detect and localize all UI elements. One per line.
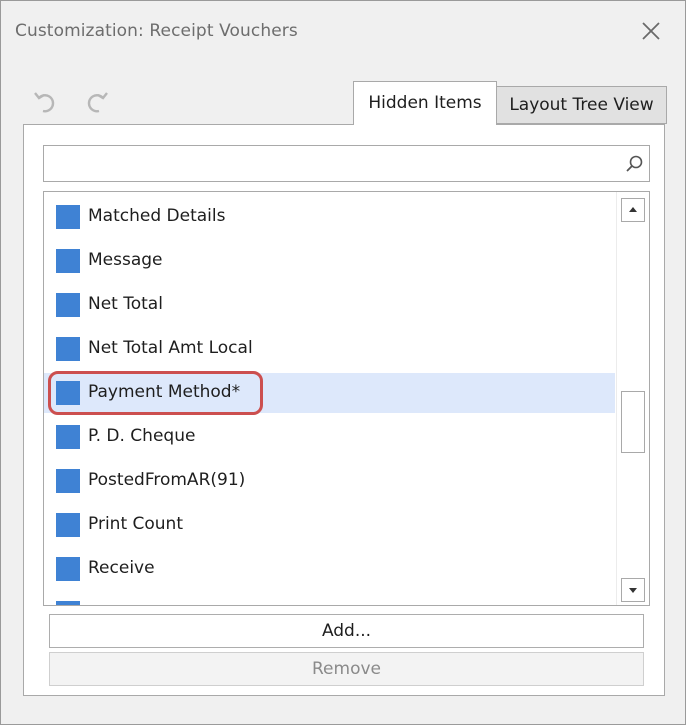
list-item-label: Payment Method* [88,382,241,402]
list-item-label: Matched Details [88,206,226,226]
field-item-icon [56,293,80,317]
field-item-icon [56,469,80,493]
window-title: Customization: Receipt Vouchers [15,21,298,41]
undo-button[interactable] [31,89,59,115]
list-item[interactable]: PostedFromAR(91) [44,463,615,499]
field-item-icon [56,601,80,605]
list-item[interactable]: Print Count [44,507,615,543]
list-item-label: Net Total Amt Local [88,338,253,358]
list-item-label: Net Total [88,294,163,314]
field-item-icon [56,425,80,449]
customization-window: Customization: Receipt Vouchers Hidden I… [0,0,686,725]
list-item-selected[interactable]: Payment Method* [44,373,615,413]
remove-button[interactable]: Remove [49,652,644,686]
search-input[interactable] [50,147,624,182]
field-item-icon [56,249,80,273]
scroll-up-button[interactable] [621,198,645,222]
field-item-icon [56,205,80,229]
arrow-down-icon [629,588,637,593]
list-item-partial[interactable] [44,595,615,605]
close-icon [642,22,660,40]
list-item-label: Print Count [88,514,183,534]
list-item[interactable]: P. D. Cheque [44,419,615,455]
tab-hidden-items[interactable]: Hidden Items [353,81,497,125]
redo-button[interactable] [83,89,111,115]
field-item-icon [56,337,80,361]
vertical-scrollbar[interactable] [616,192,649,605]
add-button[interactable]: Add... [49,614,644,648]
field-item-icon [56,381,80,405]
field-item-icon [56,513,80,537]
search-icon[interactable] [623,153,645,175]
list-item[interactable]: Net Total [44,287,615,323]
field-item-icon [56,557,80,581]
list-item-label: Receive [88,558,155,578]
scroll-down-button[interactable] [621,578,645,602]
undo-icon [34,92,55,113]
list-item-label: Message [88,250,163,270]
redo-icon [87,92,108,113]
list-item[interactable]: Receive [44,551,615,587]
list-item[interactable]: Matched Details [44,199,615,235]
list-item[interactable]: Message [44,243,615,279]
list-item-label: P. D. Cheque [88,426,196,446]
list-item[interactable]: Net Total Amt Local [44,331,615,367]
scroll-thumb[interactable] [621,391,645,453]
search-box[interactable] [43,145,650,182]
arrow-up-icon [629,207,637,212]
hidden-items-list[interactable]: Matched Details Message Net Total Net To… [43,191,650,606]
list-item-label: PostedFromAR(91) [88,470,246,490]
tab-layout-tree-view[interactable]: Layout Tree View [496,86,667,124]
close-button[interactable] [637,17,665,45]
